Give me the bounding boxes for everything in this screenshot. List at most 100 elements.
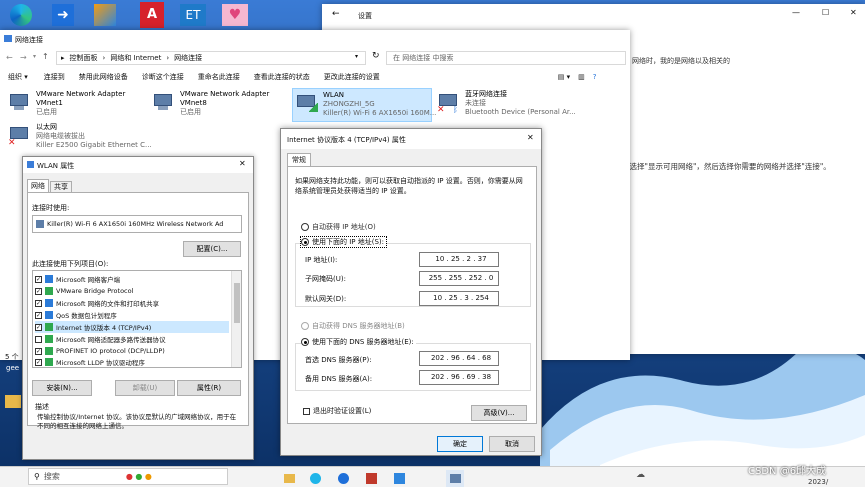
- desktop-icon-app-window[interactable]: [94, 4, 116, 26]
- validate-checkbox-row[interactable]: 退出时验证设置(L): [303, 406, 371, 416]
- forward-icon[interactable]: →: [20, 53, 27, 62]
- recent-chevron-icon[interactable]: ▾: [33, 53, 36, 60]
- close-icon[interactable]: ✕: [527, 133, 534, 142]
- list-item[interactable]: ✓ QoS 数据包计划程序: [35, 309, 229, 321]
- ip-address-field[interactable]: 10 . 25 . 2 . 37: [419, 252, 499, 267]
- desktop-icon-heart[interactable]: ♥: [222, 4, 248, 26]
- breadcrumb[interactable]: ▸ 控制面板 › 网络和 Internet › 网络连接: [56, 51, 366, 65]
- list-item-selected[interactable]: ✓ Internet 协议版本 4 (TCP/IPv4): [35, 321, 229, 333]
- toolbar-status[interactable]: 查看此连接的状态: [254, 72, 310, 82]
- back-arrow-icon[interactable]: ←: [332, 9, 340, 19]
- item-checkbox[interactable]: ✓: [35, 347, 42, 355]
- desktop-icon-app-arrow[interactable]: ➜: [52, 4, 74, 26]
- validate-checkbox[interactable]: [303, 407, 310, 415]
- manual-ip-radio[interactable]: 使用下面的 IP 地址(S):: [300, 236, 387, 248]
- radio-circle[interactable]: [301, 238, 309, 246]
- item-checkbox[interactable]: ✓: [35, 358, 42, 366]
- adapter-ethernet[interactable]: ✕ 以太网 网络电缆被拔出 Killer E2500 Gigabit Etherne…: [8, 123, 152, 150]
- list-item[interactable]: ✓ Microsoft 网络的文件和打印机共享: [35, 297, 229, 309]
- back-icon[interactable]: ←: [6, 53, 13, 62]
- taskbar-app-explorer[interactable]: [282, 470, 296, 487]
- properties-button[interactable]: 属性(R): [177, 380, 241, 396]
- item-checkbox[interactable]: [35, 335, 42, 343]
- item-checkbox[interactable]: ✓: [35, 299, 42, 307]
- scrollbar-thumb[interactable]: [234, 283, 240, 323]
- taskbar-app-edge[interactable]: [308, 470, 322, 487]
- auto-ip-radio[interactable]: 自动获得 IP 地址(O): [301, 222, 376, 232]
- desktop-icon-edge[interactable]: [10, 4, 32, 26]
- tab-general[interactable]: 常规: [287, 153, 311, 166]
- up-icon[interactable]: ↑: [42, 52, 49, 61]
- install-button[interactable]: 安装(N)...: [32, 380, 92, 396]
- tab-network[interactable]: 网络: [27, 179, 49, 192]
- preferred-dns-field[interactable]: 202 . 96 . 64 . 68: [419, 351, 499, 366]
- gateway-field[interactable]: 10 . 25 . 3 . 254: [419, 291, 499, 306]
- configure-button[interactable]: 配置(C)...: [183, 241, 241, 257]
- list-item[interactable]: ✓ Microsoft LLDP 协议驱动程序: [35, 357, 229, 367]
- close-icon[interactable]: ✕: [850, 8, 857, 17]
- toolbar-connect[interactable]: 连接到: [44, 72, 65, 82]
- auto-dns-radio[interactable]: 自动获得 DNS 服务器地址(B): [301, 321, 405, 331]
- taskbar-app-network[interactable]: [446, 470, 464, 487]
- desktop-icon-et[interactable]: ET: [180, 4, 206, 26]
- desktop-icon-folder[interactable]: [5, 395, 21, 408]
- item-count: 5 个: [5, 353, 19, 361]
- close-icon[interactable]: ✕: [239, 159, 246, 168]
- view-options-icon[interactable]: ▤ ▾: [558, 73, 570, 81]
- item-checkbox[interactable]: ✓: [35, 275, 42, 283]
- list-scrollbar[interactable]: [231, 271, 241, 367]
- radio-circle[interactable]: [301, 322, 309, 330]
- items-label: 此连接使用下列项目(O):: [32, 260, 109, 268]
- radio-circle[interactable]: [301, 338, 309, 346]
- list-item[interactable]: ✓ Microsoft 网络客户端: [35, 273, 229, 285]
- breadcrumb-item[interactable]: 控制面板: [70, 53, 98, 63]
- breadcrumb-item[interactable]: 网络和 Internet: [110, 53, 161, 63]
- description-label: 描述: [35, 403, 49, 411]
- refresh-icon[interactable]: ↻: [372, 51, 380, 61]
- tray-weather-icon[interactable]: ☁: [636, 470, 645, 480]
- subnet-mask-field[interactable]: 255 . 255 . 252 . 0: [419, 271, 499, 286]
- maximize-icon[interactable]: ☐: [822, 8, 829, 17]
- command-bar: 组织 ▾ 连接到 禁用此网络设备 诊断这个连接 重命名此连接 查看此连接的状态 …: [0, 70, 630, 84]
- toolbar-change-settings[interactable]: 更改此连接的设置: [324, 72, 380, 82]
- item-checkbox[interactable]: ✓: [35, 323, 42, 331]
- advanced-button[interactable]: 高级(V)...: [471, 405, 527, 421]
- settings-titlebar: ← 设置 — ☐ ✕: [322, 4, 865, 26]
- uninstall-button[interactable]: 卸载(U): [115, 380, 175, 396]
- help-icon[interactable]: ?: [593, 73, 597, 81]
- search-icon: ⚲: [34, 472, 40, 481]
- taskbar-app-red[interactable]: [364, 470, 378, 487]
- taskbar-search-box[interactable]: ⚲ 搜索 ● ● ●: [28, 468, 228, 485]
- tab-sharing[interactable]: 共享: [50, 181, 72, 192]
- toolbar-rename[interactable]: 重命名此连接: [198, 72, 240, 82]
- list-item[interactable]: ✓ VMware Bridge Protocol: [35, 285, 229, 297]
- taskbar-app-blue[interactable]: [392, 470, 406, 487]
- desktop-icon-adobe[interactable]: A: [140, 2, 164, 28]
- edge-icon: [309, 473, 321, 484]
- manual-dns-radio[interactable]: 使用下面的 DNS 服务器地址(E):: [301, 337, 416, 347]
- minimize-icon[interactable]: —: [792, 8, 800, 17]
- adapter-bluetooth[interactable]: ✕ ᛒ 蓝牙网络连接 未连接 Bluetooth Device (Personal A…: [437, 90, 576, 117]
- list-item[interactable]: Microsoft 网络适配器多路传送器协议: [35, 333, 229, 345]
- breadcrumb-item[interactable]: 网络连接: [174, 53, 202, 63]
- radio-circle[interactable]: [301, 223, 309, 231]
- ok-button[interactable]: 确定: [437, 436, 483, 452]
- adapter-vmnet8[interactable]: VMware Network Adapter VMnet8 已启用: [152, 90, 278, 117]
- cancel-button[interactable]: 取消: [489, 436, 535, 452]
- ipv4-titlebar: Internet 协议版本 4 (TCP/IPv4) 属性 ✕: [281, 129, 541, 149]
- item-checkbox[interactable]: ✓: [35, 311, 42, 319]
- pane-icon[interactable]: ▥: [578, 73, 585, 81]
- taskbar-app-arrow[interactable]: [336, 470, 350, 487]
- search-input[interactable]: 在 网络连接 中搜索: [386, 51, 626, 65]
- address-dropdown-icon[interactable]: ▾: [355, 53, 358, 60]
- toolbar-disable[interactable]: 禁用此网络设备: [79, 72, 128, 82]
- list-item[interactable]: ✓ PROFINET IO protocol (DCP/LLDP): [35, 345, 229, 357]
- address-row: ← → ▾ ↑ ▸ 控制面板 › 网络和 Internet › 网络连接 ▾ ↻ 在…: [0, 48, 630, 68]
- alternate-dns-field[interactable]: 202 . 96 . 69 . 38: [419, 370, 499, 385]
- toolbar-diagnose[interactable]: 诊断这个连接: [142, 72, 184, 82]
- toolbar-organize[interactable]: 组织 ▾: [8, 72, 28, 82]
- adapter-vmnet1[interactable]: VMware Network Adapter VMnet1 已启用: [8, 90, 134, 117]
- adapter-wlan[interactable]: WLAN ZHONGZHI_5G Killer(R) Wi-Fi 6 AX1650i…: [292, 88, 436, 122]
- connect-using-label: 连接时使用:: [32, 204, 70, 212]
- item-checkbox[interactable]: ✓: [35, 287, 42, 295]
